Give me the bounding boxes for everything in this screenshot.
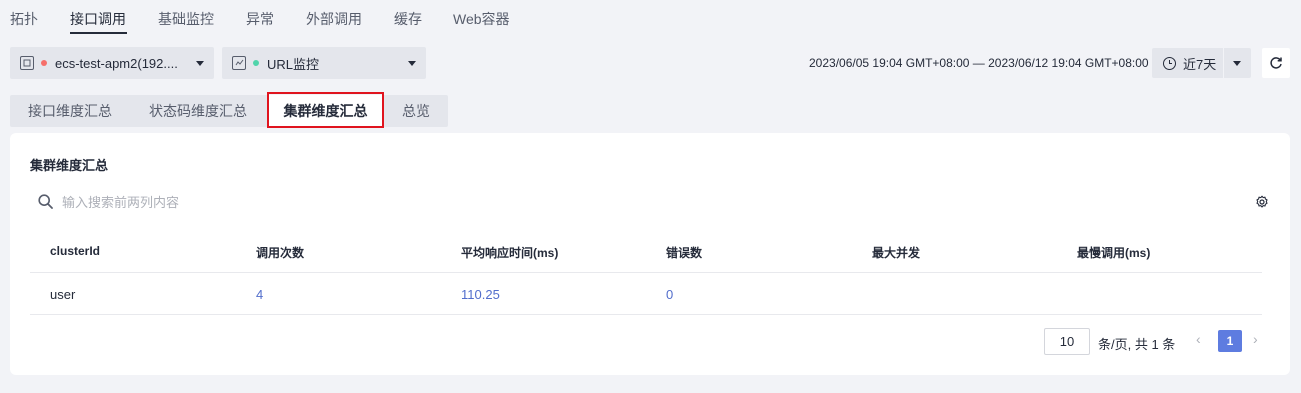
tab-basic-monitoring[interactable]: 基础监控 — [158, 9, 214, 29]
search-icon — [38, 194, 53, 209]
tab-cache[interactable]: 缓存 — [394, 9, 422, 29]
tab-cluster-summary[interactable]: 集群维度汇总 — [269, 95, 382, 127]
refresh-button[interactable] — [1262, 48, 1290, 78]
period-label: 近7天 — [1183, 56, 1217, 72]
column-header-errors[interactable]: 错误数 — [666, 244, 702, 261]
monitor-icon — [232, 56, 246, 70]
page-info: 条/页, 共 1 条 — [1098, 337, 1176, 352]
chevron-down-icon — [196, 60, 204, 66]
instance-select-value: ecs-test-apm2(192.... — [55, 55, 178, 71]
cell-avg-response[interactable]: 110.25 — [461, 287, 500, 302]
cluster-summary-card: 集群维度汇总 clusterId 调用次数 平均响应时间(ms) 错误数 最大并… — [10, 133, 1290, 375]
column-header-avg-response[interactable]: 平均响应时间(ms) — [461, 244, 558, 261]
server-icon — [20, 56, 34, 70]
column-header-clusterid[interactable]: clusterId — [50, 244, 100, 258]
card-title: 集群维度汇总 — [30, 158, 109, 173]
page-size-select[interactable]: 10 — [1044, 328, 1090, 355]
time-range-text[interactable]: 2023/06/05 19:04 GMT+08:00 — 2023/06/12 … — [809, 56, 1149, 70]
table-divider — [30, 272, 1262, 273]
cell-calls[interactable]: 4 — [256, 287, 263, 302]
gear-icon[interactable] — [1255, 195, 1269, 209]
tab-overview[interactable]: 总览 — [384, 95, 448, 127]
chevron-left-icon[interactable]: ‹ — [1196, 331, 1201, 347]
tab-interface-calls[interactable]: 接口调用 — [70, 9, 126, 29]
active-tab-indicator — [70, 32, 127, 34]
clock-icon — [1163, 56, 1176, 70]
tab-web-container[interactable]: Web容器 — [453, 9, 510, 29]
search-input[interactable] — [62, 191, 562, 213]
monitor-select-value: URL监控 — [267, 56, 320, 72]
tab-interface-summary[interactable]: 接口维度汇总 — [10, 95, 130, 127]
tab-topology[interactable]: 拓扑 — [10, 9, 38, 29]
page-number-button[interactable]: 1 — [1218, 330, 1242, 352]
status-dot-error — [41, 60, 47, 66]
cell-clusterid: user — [50, 287, 76, 302]
column-header-calls[interactable]: 调用次数 — [256, 244, 304, 261]
refresh-icon — [1270, 57, 1282, 69]
table-divider — [30, 314, 1262, 315]
period-select[interactable]: 近7天 — [1152, 48, 1251, 78]
tab-external-calls[interactable]: 外部调用 — [306, 9, 362, 29]
column-header-slowest[interactable]: 最慢调用(ms) — [1077, 244, 1150, 261]
column-header-max-concurrency[interactable]: 最大并发 — [872, 244, 920, 261]
tab-exceptions[interactable]: 异常 — [246, 9, 274, 29]
status-dot-ok — [253, 60, 259, 66]
chevron-down-icon — [408, 60, 416, 66]
divider — [1223, 48, 1224, 78]
instance-select[interactable]: ecs-test-apm2(192.... — [10, 47, 214, 79]
monitor-select[interactable]: URL监控 — [222, 47, 426, 79]
cell-errors[interactable]: 0 — [666, 287, 673, 302]
chevron-right-icon[interactable]: › — [1253, 331, 1258, 347]
tab-status-code-summary[interactable]: 状态码维度汇总 — [130, 95, 266, 127]
chevron-down-icon[interactable] — [1233, 61, 1241, 66]
